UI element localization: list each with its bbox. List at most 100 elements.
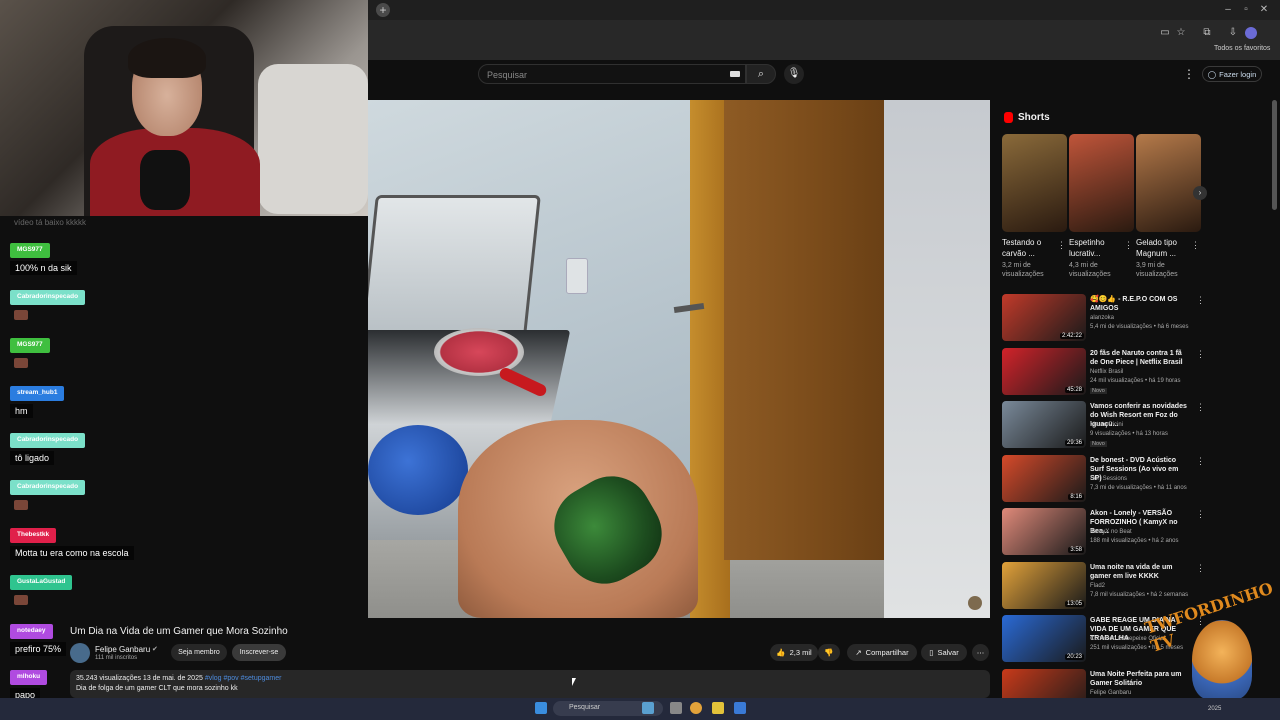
cast-icon[interactable]: ▭: [1158, 26, 1172, 40]
more-icon[interactable]: ⋮: [1196, 456, 1205, 467]
subscribe-button[interactable]: Inscrever-se: [232, 644, 286, 661]
channel-watermark-icon[interactable]: [968, 596, 982, 610]
profile-avatar[interactable]: [1245, 27, 1257, 39]
chat-username: Cabradorinspecado: [10, 480, 86, 495]
keyboard-icon[interactable]: [730, 71, 740, 77]
extensions-icon[interactable]: ⧉: [1200, 26, 1214, 40]
scrollbar[interactable]: [1272, 100, 1277, 210]
chat-message: 100% n da sik: [10, 261, 77, 275]
short-thumbnail[interactable]: [1069, 134, 1134, 232]
join-button[interactable]: Seja membro: [171, 644, 227, 661]
more-icon[interactable]: ⋮: [1196, 349, 1205, 360]
task-view-icon[interactable]: [670, 702, 682, 714]
more-icon[interactable]: ⋮: [1191, 240, 1200, 251]
start-icon[interactable]: [535, 702, 547, 714]
short-views: 3,2 mi de visualizações: [1002, 262, 1044, 278]
video-frame-water-jug: [368, 425, 468, 515]
more-icon[interactable]: ⋮: [1196, 295, 1205, 306]
video-thumbnail[interactable]: 45:28: [1002, 347, 1086, 395]
video-channel[interactable]: Mauro Picini: [1090, 422, 1190, 428]
short-title[interactable]: Espetinho lucrativ...: [1069, 237, 1125, 259]
share-icon: ↗: [855, 648, 862, 657]
views-date: 35.243 visualizações 13 de mai. de 2025: [76, 675, 203, 682]
maximize-icon[interactable]: ▫: [1238, 3, 1254, 17]
chat-faded-message: vídeo tá baixo kkkkk: [14, 218, 87, 227]
short-title[interactable]: Gelado tipo Magnum ...: [1136, 237, 1192, 259]
channel-avatar[interactable]: [70, 643, 90, 663]
mouse-cursor: [572, 678, 576, 686]
channel-name[interactable]: Felipe Ganbaru: [95, 645, 150, 654]
search-button[interactable]: ⌕: [746, 64, 776, 84]
dislike-button[interactable]: 👎: [818, 644, 840, 661]
video-channel[interactable]: KamyX no Beat: [1090, 529, 1190, 535]
video-views: 188 mil visualizações • há 2 anos: [1090, 538, 1179, 544]
more-icon[interactable]: ⋮: [1057, 240, 1066, 251]
video-frame-switch: [566, 258, 588, 294]
video-views: 7,8 mil visualizações • há 2 semanas: [1090, 591, 1189, 598]
close-icon[interactable]: ✕: [1256, 3, 1272, 17]
video-frame-wall-right: [884, 100, 990, 618]
new-badge: Novo: [1090, 387, 1107, 394]
bookmark-icon: ▯: [929, 648, 934, 657]
video-frame-stove-lid: [368, 195, 541, 345]
bookmark-star-icon[interactable]: ☆: [1174, 26, 1188, 40]
video-thumbnail[interactable]: 29:36: [1002, 401, 1086, 448]
share-button[interactable]: ↗ Compartilhar: [847, 644, 917, 661]
search-input[interactable]: Pesquisar: [478, 64, 746, 84]
video-views: 9 visualizações • há 13 horas: [1090, 431, 1168, 437]
hashtags[interactable]: #vlog #pov #setupgamer: [205, 675, 282, 682]
save-label: Salvar: [937, 648, 959, 657]
video-channel[interactable]: Flad2: [1090, 583, 1190, 589]
more-actions-button[interactable]: ⋯: [972, 644, 989, 661]
video-title-link[interactable]: Uma Noite Perfeita para um Gamer Solitár…: [1090, 670, 1190, 688]
video-thumbnail[interactable]: 20:23: [1002, 615, 1086, 662]
downloads-icon[interactable]: ⇩: [1226, 26, 1240, 40]
video-title-link[interactable]: Uma noite na vida de um gamer em live KK…: [1090, 563, 1190, 581]
video-channel[interactable]: Surf Sessions: [1090, 476, 1190, 482]
all-favorites-link[interactable]: Todos os favoritos: [1214, 45, 1270, 52]
more-icon[interactable]: ⋮: [1196, 509, 1205, 520]
login-button[interactable]: ◯ Fazer login: [1202, 66, 1262, 82]
chat-username: MGS977: [10, 338, 50, 353]
voice-search-button[interactable]: 🎙: [784, 64, 804, 84]
video-frame-door: [724, 100, 884, 560]
more-icon[interactable]: ⋮: [1196, 402, 1205, 413]
short-thumbnail[interactable]: [1002, 134, 1067, 232]
subscriber-count: 111 mil inscritos: [95, 655, 138, 661]
video-title-link[interactable]: 🥰😊👍 - R.E.P.O COM OS AMIGOS: [1090, 295, 1190, 313]
new-tab-button[interactable]: +: [376, 3, 390, 17]
video-duration: 45:28: [1064, 386, 1084, 393]
video-player[interactable]: [368, 100, 990, 618]
minimize-icon[interactable]: –: [1220, 3, 1236, 17]
tray-date: 2025: [1208, 706, 1222, 712]
video-channel[interactable]: Felipe Ganbaru: [1090, 690, 1190, 696]
video-duration: 2:42:22: [1059, 333, 1084, 339]
short-thumbnail[interactable]: [1136, 134, 1201, 232]
more-icon[interactable]: ⋮: [1196, 563, 1205, 574]
chat-username: Cabradorinspecado: [10, 433, 86, 448]
video-title-link[interactable]: 20 fãs de Naruto contra 1 fã de One Piec…: [1090, 349, 1190, 367]
weather-icon[interactable]: [642, 702, 654, 714]
short-title[interactable]: Testando o carvão ...: [1002, 237, 1058, 259]
description-meta: 35.243 visualizações 13 de mai. de 2025 …: [76, 675, 282, 682]
more-icon[interactable]: ⋮: [1124, 240, 1133, 251]
settings-menu-icon[interactable]: ⋮: [1183, 67, 1195, 81]
video-thumbnail[interactable]: 8:16: [1002, 454, 1086, 502]
video-thumbnail[interactable]: 2:42:22: [1002, 294, 1086, 341]
video-thumbnail[interactable]: 13:05: [1002, 561, 1086, 609]
save-button[interactable]: ▯ Salvar: [921, 644, 967, 661]
chrome-icon[interactable]: [690, 702, 702, 714]
like-button[interactable]: 👍 2,3 mil: [770, 644, 818, 661]
video-channel[interactable]: alanzoka: [1090, 315, 1190, 321]
video-thumbnail[interactable]: 3:58: [1002, 508, 1086, 555]
description-text: Dia de folga de um gamer CLT que mora so…: [76, 685, 238, 692]
shorts-next-button[interactable]: ›: [1193, 186, 1207, 200]
chat-username: MGS977: [10, 243, 50, 258]
steam-icon[interactable]: [734, 702, 746, 714]
video-title: Um Dia na Vida de um Gamer que Mora Sozi…: [70, 626, 288, 637]
video-duration: 13:05: [1064, 600, 1084, 607]
webcam-streamer-hair: [128, 38, 206, 78]
more-icon: ⋯: [976, 648, 985, 657]
file-explorer-icon[interactable]: [712, 702, 724, 714]
video-channel[interactable]: Netflix Brasil: [1090, 369, 1190, 375]
